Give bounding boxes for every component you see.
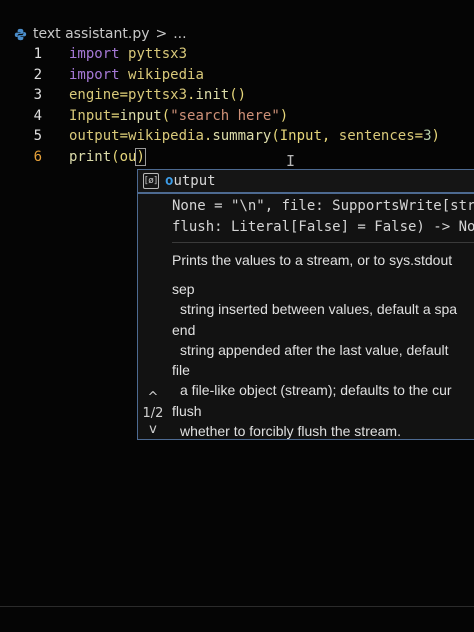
line-number: 3 bbox=[33, 87, 42, 104]
code-token: sentences bbox=[338, 128, 415, 145]
signature-docs: Prints the values to a stream, or to sys… bbox=[172, 250, 474, 440]
code-line[interactable]: 5 output=wikipedia.summary(Input, sentenc… bbox=[0, 126, 474, 147]
code-text[interactable]: Input=input("search here") bbox=[69, 106, 288, 127]
code-line[interactable]: 6 print(ou) bbox=[0, 147, 474, 168]
suggestion-match: o bbox=[165, 173, 174, 189]
chevron-down-icon[interactable]: v bbox=[138, 422, 168, 438]
param-description: a file-like object (stream); defaults to… bbox=[180, 382, 452, 399]
code-line[interactable]: 2 import wikipedia bbox=[0, 65, 474, 86]
code-token: pyttsx3 bbox=[128, 87, 188, 104]
suggestion-rest: utput bbox=[173, 173, 216, 189]
signature-params: sep string inserted between values, defau… bbox=[172, 279, 474, 440]
code-token: (ou bbox=[111, 148, 137, 165]
code-token: ) bbox=[431, 128, 440, 145]
code-token: ) bbox=[135, 147, 146, 166]
code-token: import bbox=[69, 66, 120, 83]
code-token: = bbox=[414, 128, 424, 145]
line-number: 1 bbox=[33, 46, 42, 62]
code-token: output bbox=[69, 128, 120, 145]
code-token: = bbox=[119, 128, 129, 145]
code-token: = bbox=[111, 107, 120, 124]
signature-divider bbox=[172, 242, 474, 243]
code-token: summary bbox=[212, 128, 272, 145]
code-token: init bbox=[195, 87, 230, 104]
code-token: (Input, bbox=[271, 128, 339, 145]
code-line[interactable]: 3 engine=pyttsx3.init() bbox=[0, 85, 474, 106]
param-description: string appended after the last value, de… bbox=[180, 341, 449, 358]
breadcrumb-ellipsis[interactable]: ... bbox=[173, 26, 186, 42]
code-line[interactable]: 1 import pyttsx3 bbox=[0, 44, 474, 65]
autocomplete-suggestion[interactable]: [ø] o utput bbox=[137, 169, 474, 193]
param-description: string inserted between values, default … bbox=[180, 301, 458, 318]
line-number: 4 bbox=[33, 107, 42, 124]
code-text[interactable]: import pyttsx3 bbox=[69, 44, 187, 65]
breadcrumb-separator: > bbox=[155, 26, 168, 42]
python-file-icon bbox=[14, 28, 27, 40]
signature-line-1: None = "\n", file: SupportsWrite[str bbox=[172, 198, 474, 214]
signature-summary: Prints the values to a stream, or to sys… bbox=[172, 252, 453, 268]
code-token: pyttsx3 bbox=[128, 46, 188, 62]
code-line[interactable]: 4 Input=input("search here") bbox=[0, 106, 474, 127]
code-text[interactable]: print(ou) bbox=[69, 147, 146, 168]
code-token: engine bbox=[69, 87, 120, 104]
signature-pager: ^ 1/2 v bbox=[138, 390, 168, 438]
code-token: wikipedia bbox=[128, 128, 204, 145]
signature-help-popup: ^ 1/2 v None = "\n", file: SupportsWrite… bbox=[137, 193, 474, 440]
divider bbox=[0, 606, 474, 607]
chevron-up-icon[interactable]: ^ bbox=[138, 390, 168, 406]
signature-code: None = "\n", file: SupportsWrite[str flus… bbox=[172, 196, 474, 238]
variable-icon: [ø] bbox=[143, 173, 159, 189]
signature-line-2: flush: Literal[False] = False) -> Non bbox=[172, 219, 474, 235]
code-token: "search here" bbox=[170, 107, 280, 124]
param-name: flush bbox=[172, 402, 202, 419]
code-token: = bbox=[119, 87, 129, 104]
code-token: ) bbox=[279, 107, 289, 124]
code-lines[interactable]: 1 import pyttsx3 2 import wikipedia 3 engine=… bbox=[0, 44, 474, 168]
param-name: end bbox=[172, 321, 196, 338]
param-name: sep bbox=[172, 281, 195, 297]
code-token: ( bbox=[161, 107, 171, 124]
code-text[interactable]: engine=pyttsx3.init() bbox=[69, 85, 246, 106]
breadcrumb-filename[interactable]: text assistant.py bbox=[33, 26, 149, 42]
text-cursor-icon: I bbox=[286, 152, 296, 170]
code-token: wikipedia bbox=[128, 66, 204, 83]
code-token: Input bbox=[69, 107, 112, 124]
param-name: file bbox=[172, 362, 190, 379]
signature-page-indicator: 1/2 bbox=[142, 406, 164, 421]
code-token: input bbox=[119, 107, 162, 124]
param-description: whether to forcibly flush the stream. bbox=[180, 423, 401, 440]
code-token: import bbox=[69, 46, 120, 62]
code-token: () bbox=[229, 87, 247, 104]
breadcrumb: text assistant.py > ... bbox=[14, 24, 187, 44]
code-text[interactable]: import wikipedia bbox=[69, 65, 204, 86]
line-number: 6 bbox=[33, 148, 42, 165]
code-editor[interactable]: text assistant.py > ... 1 import pyttsx3 2… bbox=[0, 0, 474, 632]
line-number: 5 bbox=[33, 128, 42, 145]
line-number: 2 bbox=[33, 66, 42, 83]
code-token: 3 bbox=[423, 128, 432, 145]
code-token: print bbox=[69, 148, 112, 165]
code-text[interactable]: output=wikipedia.summary(Input, sentence… bbox=[69, 126, 440, 147]
